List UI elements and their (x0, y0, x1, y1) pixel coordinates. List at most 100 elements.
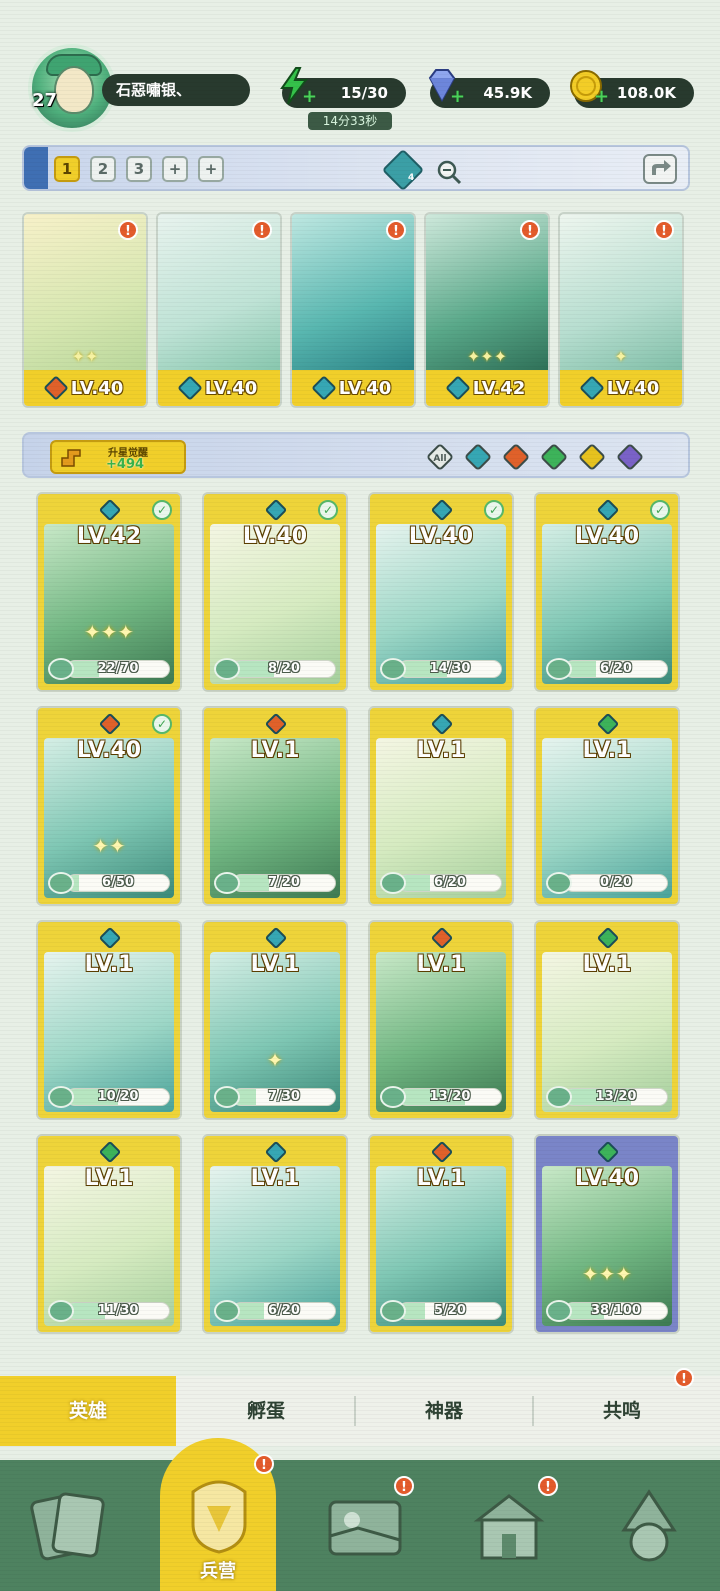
formation-hero-card[interactable]: ✦ LV.40 ! (558, 212, 684, 408)
hero-card[interactable]: LV.1 0/20 (534, 706, 680, 906)
shard-progress: 6/20 (214, 1300, 336, 1322)
hero-level: LV.40 (574, 524, 640, 549)
formation-hero-card[interactable]: LV.40 ! (156, 212, 282, 408)
formation-hero-card[interactable]: ✦✦ LV.40 ! (22, 212, 148, 408)
subtab-label: 英雄 (68, 1400, 107, 1422)
energy-timer: 14分33秒 (308, 112, 392, 130)
hero-card[interactable]: ✓ LV.40 6/20 (534, 492, 680, 692)
hero-card[interactable]: LV.1 6/20 (368, 706, 514, 906)
gem-counter[interactable]: + 45.9K (428, 69, 550, 108)
zoom-search-icon[interactable] (436, 159, 462, 185)
gold-plus-icon[interactable]: + (594, 82, 609, 112)
shard-progress: 11/30 (48, 1300, 170, 1322)
character-icon (621, 1489, 677, 1562)
element-diamond-icon (264, 1140, 288, 1164)
shard-progress: 5/20 (380, 1300, 502, 1322)
share-icon[interactable] (642, 153, 678, 185)
hero-level: LV.1 (582, 738, 632, 763)
progress-text: 38/100 (591, 1303, 641, 1318)
progress-text: 8/20 (268, 661, 300, 676)
team-tab-2[interactable]: 2 (90, 156, 116, 182)
shard-progress: 22/70 (48, 658, 170, 680)
alert-badge: ! (538, 1476, 558, 1496)
nav-label: 兵营 (200, 1561, 236, 1582)
element-diamond-icon (98, 926, 122, 950)
subtab-2[interactable]: 神器 (356, 1376, 532, 1446)
nav-barracks-button[interactable]: 兵营! (160, 1438, 276, 1591)
filter-wood-icon[interactable] (540, 443, 568, 471)
nav-shop-button[interactable]: ! (454, 1476, 564, 1576)
progress-text: 13/20 (429, 1089, 471, 1104)
subtab-3[interactable]: 共鸣! (534, 1368, 710, 1446)
shard-progress: 6/50 (48, 872, 170, 894)
subtab-0[interactable]: 英雄 (0, 1376, 176, 1446)
formation-hero-card[interactable]: LV.40 ! (290, 212, 416, 408)
element-gem-icon[interactable] (381, 148, 425, 192)
nav-character-button[interactable] (594, 1476, 704, 1576)
element-diamond-icon (430, 498, 454, 522)
hero-card[interactable]: LV.1 5/20 (368, 1134, 514, 1334)
hero-card[interactable]: LV.1 ✦ 7/30 (202, 920, 348, 1120)
hero-level: LV.1 (416, 738, 466, 763)
team-tab-1[interactable]: 1 (54, 156, 80, 182)
hero-card[interactable]: ✓ LV.42 ✦✦✦ 22/70 (36, 492, 182, 692)
hero-card[interactable]: LV.1 6/20 (202, 1134, 348, 1334)
top-bar: 27 石惡嘯银、 + 15/30 14分33秒 + 45.9K + 108.0K (0, 40, 720, 140)
hero-card[interactable]: LV.1 11/30 (36, 1134, 182, 1334)
team-tab-add-1[interactable]: + (162, 156, 188, 182)
alert-badge: ! (252, 220, 272, 240)
hero-card[interactable]: LV.1 13/20 (534, 920, 680, 1120)
hero-card[interactable]: LV.1 10/20 (36, 920, 182, 1120)
hero-level: LV.40 (408, 524, 474, 549)
filter-light-icon[interactable] (578, 443, 606, 471)
hero-card[interactable]: LV.1 7/20 (202, 706, 348, 906)
nav-cards-button[interactable] (18, 1476, 128, 1576)
element-diamond-icon (264, 926, 288, 950)
team-tab-3[interactable]: 3 (126, 156, 152, 182)
gem-value: 45.9K (483, 84, 532, 102)
hero-card[interactable]: LV.40 ✦✦✦ 38/100 (534, 1134, 680, 1334)
hero-level: LV.1 (84, 952, 134, 977)
element-diamond-icon (579, 375, 605, 401)
gold-counter[interactable]: + 108.0K (570, 70, 694, 108)
element-diamond-icon (264, 498, 288, 522)
hero-level: LV.40 (76, 738, 142, 763)
progress-text: 6/20 (434, 875, 466, 890)
element-diamond-icon (430, 926, 454, 950)
alert-badge: ! (118, 220, 138, 240)
progress-text: 6/50 (102, 875, 134, 890)
hero-formation: ✦✦ LV.40 ! LV.40 ! LV.40 ! ✦✦✦ LV.42 ! ✦… (22, 212, 692, 410)
hero-stars: ✦ (614, 347, 628, 366)
filter-dark-icon[interactable] (616, 443, 644, 471)
subtab-1[interactable]: 孵蛋 (178, 1376, 354, 1446)
player-name[interactable]: 石惡嘯银、 (102, 74, 250, 106)
filter-water-icon[interactable] (464, 443, 492, 471)
team-tab-add-2[interactable]: + (198, 156, 224, 182)
energy-counter[interactable]: + 15/30 (280, 67, 406, 108)
shard-progress: 13/20 (380, 1086, 502, 1108)
hero-stars: ✦✦ (92, 834, 126, 858)
element-diamond-icon (177, 375, 203, 401)
sub-tabs: 英雄 孵蛋 神器 共鸣! (0, 1368, 720, 1446)
alert-badge: ! (386, 220, 406, 240)
hero-card[interactable]: ✓ LV.40 14/30 (368, 492, 514, 692)
formation-hero-card[interactable]: ✦✦✦ LV.42 ! (424, 212, 550, 408)
hero-level: LV.40 (574, 1166, 640, 1191)
nav-map-button[interactable]: ! (310, 1476, 420, 1576)
shard-progress: 7/20 (214, 872, 336, 894)
hero-level: LV.1 (416, 952, 466, 977)
hero-card[interactable]: LV.1 13/20 (368, 920, 514, 1120)
element-diamond-icon (596, 926, 620, 950)
hero-card[interactable]: ✓ LV.40 8/20 (202, 492, 348, 692)
progress-text: 13/20 (595, 1089, 637, 1104)
filter-all-button[interactable]: All (426, 443, 454, 471)
hero-stars: ✦✦✦ (466, 347, 508, 366)
cards-icon (30, 1492, 105, 1561)
hero-card[interactable]: ✓ LV.40 ✦✦ 6/50 (36, 706, 182, 906)
energy-plus-icon[interactable]: + (302, 82, 317, 112)
gem-plus-icon[interactable]: + (450, 82, 465, 112)
upgrade-awaken-button[interactable]: 升星觉醒 +494 (50, 440, 186, 474)
progress-text: 6/20 (268, 1303, 300, 1318)
shard-progress: 10/20 (48, 1086, 170, 1108)
filter-fire-icon[interactable] (502, 443, 530, 471)
